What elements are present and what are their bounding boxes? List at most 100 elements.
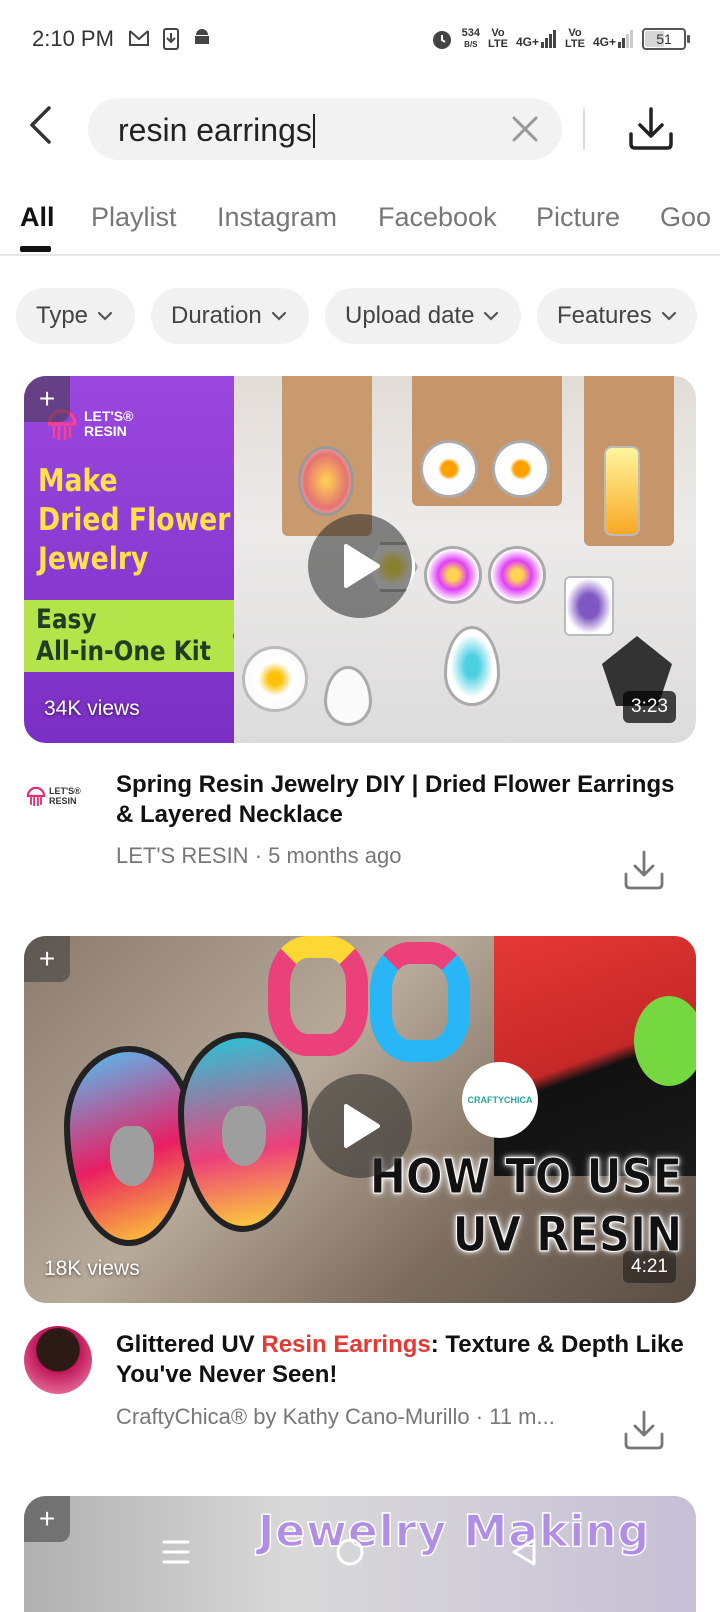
channel-name[interactable]: LET'S RESIN [116,843,249,868]
earring-heart [110,1126,154,1186]
back-arrow-icon [30,106,51,144]
back-triangle-icon [512,1538,536,1566]
earring [492,440,550,498]
add-to-playlist-button[interactable]: + [24,376,70,422]
chevron-down-icon [97,311,113,321]
sim2-signal: 4G+ [593,30,634,48]
thumb-banner-text: Easy All-in-One Kit [36,604,211,668]
status-right: 534 B/S Vo LTE 4G+ Vo LTE 4G+ 51 [430,24,690,54]
thumb-logo-line1: LET'S® [84,408,134,424]
tab-playlist[interactable]: Playlist [91,202,177,233]
avatar-logo-line2: RESIN [49,796,77,806]
earring-hoop [268,936,368,1056]
earring-hoop [370,942,470,1062]
home-circle-icon [336,1538,364,1566]
recents-button[interactable] [146,1522,206,1582]
search-header: resin earrings [0,90,720,170]
chevron-down-icon [661,311,676,321]
tab-facebook[interactable]: Facebook [378,202,497,233]
thumb-banner-line1: Easy [36,604,97,635]
video-thumbnail[interactable]: LET'S® RESIN Make Dried Flower Jewelry E… [24,376,696,743]
tab-google[interactable]: Goo [660,202,711,233]
earring [604,446,640,536]
sim1-signal: 4G+ [516,30,557,48]
thumb-headline-line3: Jewelry [38,541,149,577]
download-icon[interactable] [622,1408,666,1452]
play-icon [344,1104,380,1148]
filter-features[interactable]: Features [537,288,697,344]
play-icon [344,544,380,588]
tab-picture[interactable]: Picture [536,202,620,233]
thumb-leaf [634,996,696,1086]
text-caret [312,113,315,148]
android-icon [195,29,209,44]
active-tab-indicator [20,246,51,252]
search-input[interactable]: resin earrings [88,98,562,160]
view-count: 34K views [44,697,140,720]
add-to-playlist-button[interactable]: + [24,936,70,982]
thumb-logo-line2: RESIN [84,423,127,439]
crafty-chica-logo-text: CRAFTYCHICA [467,1095,533,1105]
filter-duration-label: Duration [171,302,262,329]
earring [298,446,354,516]
download-icon[interactable] [622,848,666,892]
title-highlight: Resin Earrings [261,1331,431,1358]
header-divider [583,108,585,150]
channel-avatar[interactable]: LET'S® RESIN [24,764,92,832]
sim1-volte: Vo LTE [488,28,508,50]
sim2-net: 4G+ [592,35,616,49]
video-channel-meta[interactable]: CraftyChica® by Kathy Cano-Murillo · 11 … [116,1404,586,1430]
thumb-overlay-text: HOW TO USE UV RESIN [369,1148,682,1264]
crafty-chica-logo: CRAFTYCHICA [462,1062,538,1138]
sim2-bottom: LTE [565,38,585,50]
earring [564,576,614,636]
video-duration: 3:23 [623,691,676,723]
play-button[interactable] [308,514,412,618]
filter-features-label: Features [557,302,652,329]
video-thumbnail[interactable]: CRAFTYCHICA HOW TO USE UV RESIN + 18K vi… [24,936,696,1303]
signal-icon [618,30,633,48]
thumb-headline-line2: Dried Flower [38,502,231,538]
earring [242,646,308,712]
video-duration: 4:21 [623,1251,676,1283]
battery-icon: 51 [642,28,690,50]
net-speed-value: 534 [461,27,481,39]
clear-search-icon[interactable] [510,114,540,144]
thumb-text-line1: HOW TO USE [369,1149,682,1206]
menu-icon [162,1540,190,1564]
download-icon[interactable] [626,104,676,154]
video-channel-meta: LET'S RESIN · 5 months ago [116,843,402,868]
view-count: 18K views [44,1257,140,1280]
filter-type[interactable]: Type [16,288,135,344]
sim2-volte: Vo LTE [565,28,585,50]
filter-chips: Type Duration Upload date Features [0,288,720,344]
play-button[interactable] [308,1074,412,1178]
signal-icon [541,30,557,48]
net-speed-unit: B/S [464,40,478,49]
home-button[interactable] [320,1522,380,1582]
earring [424,546,482,604]
filter-type-label: Type [36,302,89,329]
back-button[interactable] [20,100,60,150]
filter-upload-date-label: Upload date [345,302,475,329]
earring [488,546,546,604]
title-part: Glittered UV [116,1331,262,1358]
video-title[interactable]: Glittered UV Resin Earrings: Texture & D… [116,1330,696,1390]
net-speed: 534 B/S [462,28,480,50]
tab-instagram[interactable]: Instagram [217,202,337,233]
chevron-down-icon [271,311,286,321]
gmail-icon [129,30,149,46]
sim1-net: 4G+ [516,35,540,49]
status-bar: 2:10 PM 534 B/S Vo LTE 4G+ Vo LTE 4G+ 51 [0,0,720,80]
avatar-logo: LET'S® RESIN [26,784,81,808]
channel-avatar[interactable] [24,1326,92,1394]
video-title[interactable]: Spring Resin Jewelry DIY | Dried Flower … [116,770,696,830]
filter-upload-date[interactable]: Upload date [325,288,521,344]
filter-duration[interactable]: Duration [151,288,309,344]
back-nav-button[interactable] [494,1522,554,1582]
alarm-icon [432,31,451,49]
upload-age: 5 months ago [268,843,402,868]
search-query[interactable]: resin earrings [118,112,315,149]
tab-all[interactable]: All [20,202,55,233]
thumb-banner-line2: All-in-One Kit [36,636,211,667]
